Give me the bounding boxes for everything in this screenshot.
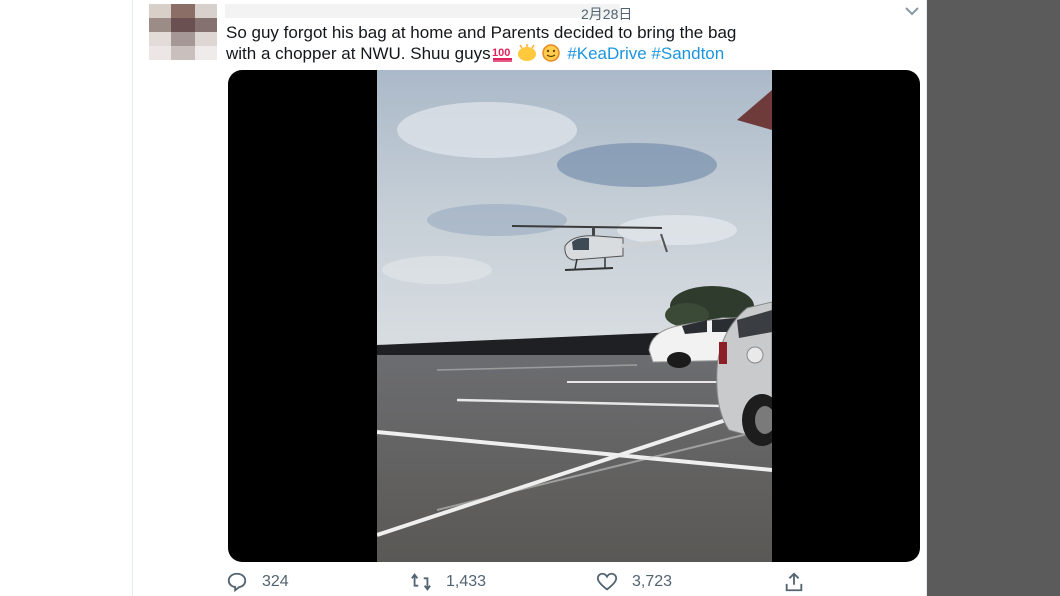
share-action[interactable] [783, 570, 819, 594]
tweet-card: 2月28日 So guy forgot his bag at home and … [132, 0, 927, 596]
hundred-points-icon: 100 [492, 47, 512, 62]
hashtag-sandton[interactable]: #Sandton [651, 44, 724, 63]
retweet-count: 1,433 [446, 573, 487, 590]
tweet-video[interactable] [228, 70, 920, 562]
tweet-text-line2: with a chopper at NWU. Shuu guys [226, 44, 491, 63]
share-icon [785, 572, 803, 592]
tweet-date[interactable]: 2月28日 [581, 4, 632, 24]
retweet-icon [411, 573, 431, 591]
reply-icon [227, 572, 247, 593]
clapping-hands-icon [517, 44, 536, 61]
tweet-actions: 324 1,433 3,723 [226, 570, 916, 594]
reply-action[interactable]: 324 [226, 570, 289, 594]
chevron-down-icon[interactable] [903, 4, 921, 18]
user-name-blurred [225, 4, 620, 18]
right-margin [925, 0, 1060, 596]
heart-icon [596, 572, 618, 591]
like-count: 3,723 [632, 573, 673, 590]
svg-text:100: 100 [492, 47, 510, 59]
video-frame [377, 70, 772, 562]
tweet-text: So guy forgot his bag at home and Parent… [226, 22, 906, 64]
retweet-action[interactable]: 1,433 [410, 570, 486, 594]
hashtag-keadrive[interactable]: #KeaDrive [567, 44, 646, 63]
avatar[interactable] [149, 4, 217, 60]
smiling-face-icon [541, 44, 560, 62]
left-margin [0, 0, 132, 596]
like-action[interactable]: 3,723 [596, 570, 672, 594]
tweet-text-line1: So guy forgot his bag at home and Parent… [226, 23, 737, 42]
reply-count: 324 [262, 573, 289, 590]
